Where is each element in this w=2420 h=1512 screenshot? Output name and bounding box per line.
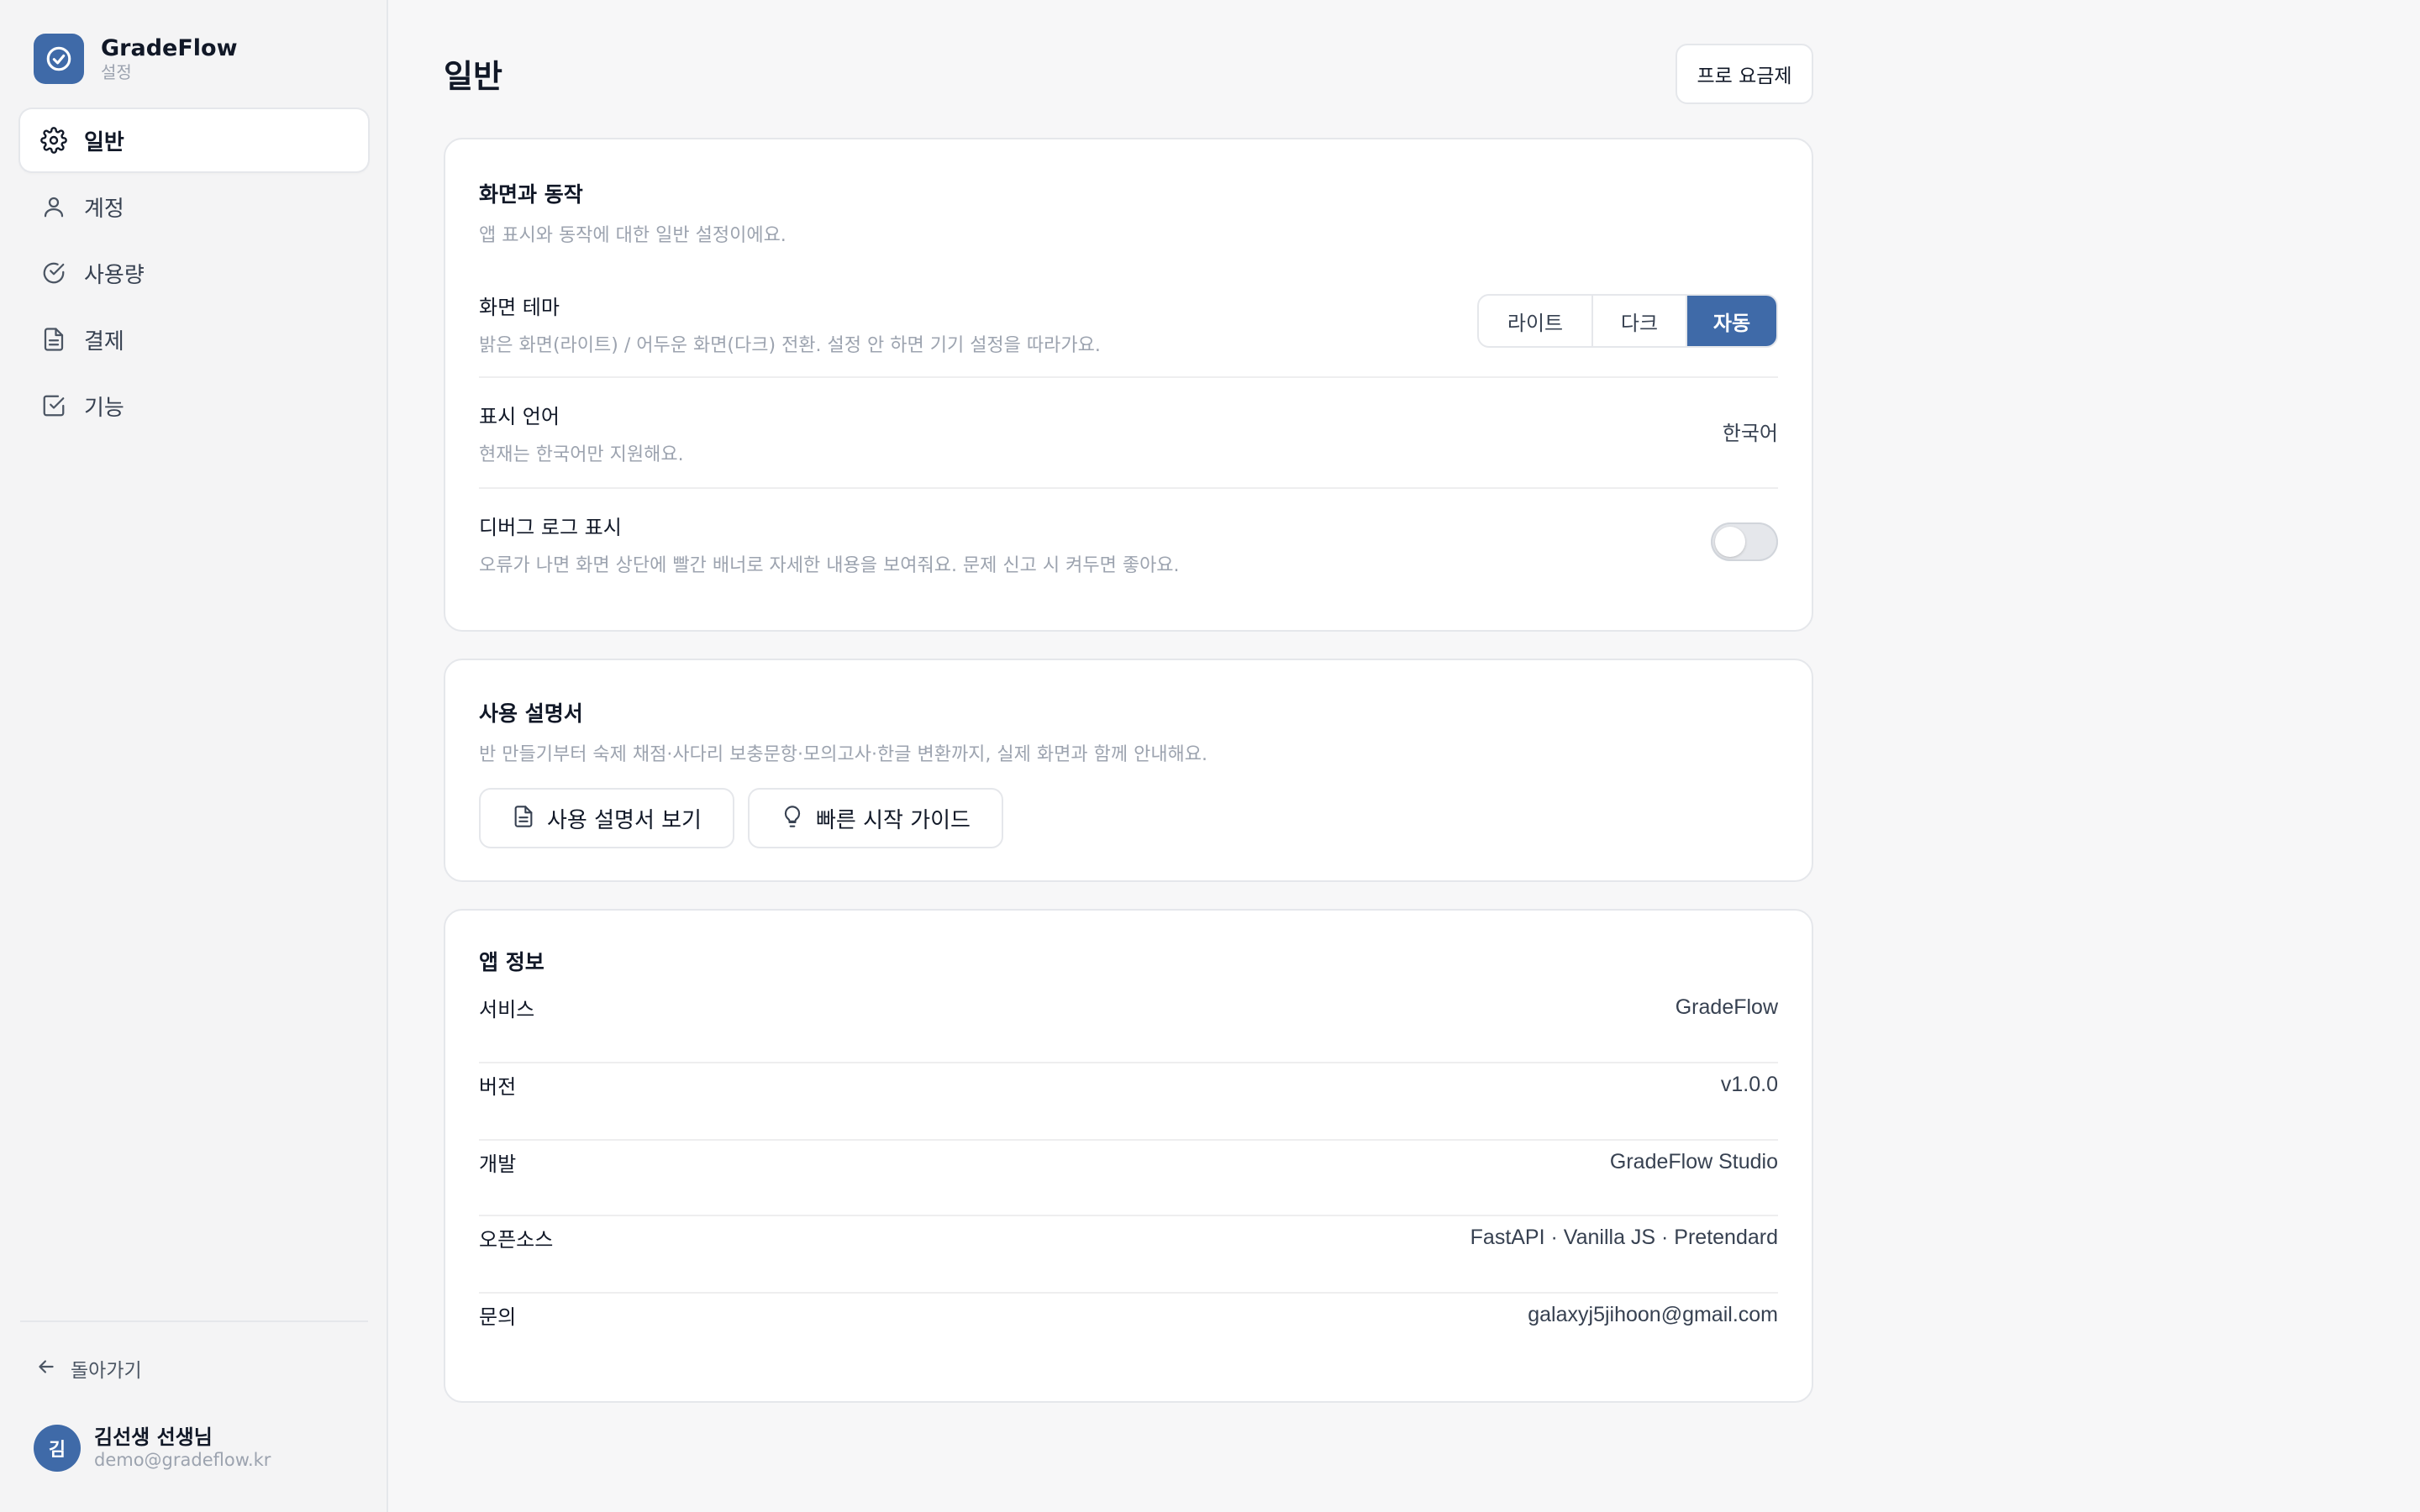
info-key: 개발 bbox=[479, 1152, 517, 1176]
brand-logo-icon bbox=[34, 34, 84, 84]
info-value: FastAPI · Vanilla JS · Pretendard bbox=[1470, 1226, 1778, 1249]
quickstart-guide-button[interactable]: 빠른 시작 가이드 bbox=[748, 788, 1003, 848]
display-settings-card: 화면과 동작 앱 표시와 동작에 대한 일반 설정이에요. 화면 테마 밝은 화… bbox=[444, 138, 1813, 632]
user-name: 김선생 선생님 bbox=[94, 1425, 213, 1449]
info-key: 버전 bbox=[479, 1075, 517, 1099]
user-profile[interactable]: 김 김선생 선생님 demo@gradeflow.kr bbox=[34, 1425, 271, 1472]
card-description: 반 만들기부터 숙제 채점·사다리 보충문항·모의고사·한글 변환까지, 실제 … bbox=[479, 744, 1208, 765]
document-icon bbox=[39, 324, 69, 354]
row-divider bbox=[479, 487, 1778, 489]
info-row-opensource: 오픈소스 FastAPI · Vanilla JS · Pretendard bbox=[479, 1200, 1778, 1276]
pro-plan-button[interactable]: 프로 요금제 bbox=[1676, 44, 1813, 104]
main-content: 일반 프로 요금제 화면과 동작 앱 표시와 동작에 대한 일반 설정이에요. … bbox=[388, 0, 2420, 1512]
language-description: 현재는 한국어만 지원해요. bbox=[479, 444, 684, 465]
sidebar-item-account[interactable]: 계정 bbox=[20, 176, 368, 238]
view-manual-button[interactable]: 사용 설명서 보기 bbox=[479, 788, 734, 848]
view-manual-label: 사용 설명서 보기 bbox=[547, 807, 702, 833]
sidebar-item-label: 일반 bbox=[84, 129, 124, 155]
contact-email[interactable]: galaxyj5jihoon@gmail.com bbox=[1528, 1303, 1778, 1327]
sidebar-nav: 일반 계정 사용량 결제 기능 bbox=[20, 109, 368, 441]
theme-option-light[interactable]: 라이트 bbox=[1479, 296, 1591, 346]
info-row-developer: 개발 GradeFlow Studio bbox=[479, 1124, 1778, 1200]
card-description: 앱 표시와 동작에 대한 일반 설정이에요. bbox=[479, 225, 786, 246]
theme-option-auto[interactable]: 자동 bbox=[1686, 296, 1776, 346]
quickstart-guide-label: 빠른 시작 가이드 bbox=[816, 807, 971, 833]
toggle-knob bbox=[1715, 527, 1745, 557]
app-info-card: 앱 정보 서비스 GradeFlow 버전 v1.0.0 개발 GradeFlo… bbox=[444, 909, 1813, 1403]
sidebar-item-label: 사용량 bbox=[84, 262, 145, 288]
check-circle-icon bbox=[39, 258, 69, 288]
card-title: 화면과 동작 bbox=[479, 182, 583, 207]
sidebar-item-label: 기능 bbox=[84, 395, 124, 421]
document-icon bbox=[512, 805, 535, 832]
debug-description: 오류가 나면 화면 상단에 빨간 배너로 자세한 내용을 보여줘요. 문제 신고… bbox=[479, 555, 1180, 576]
language-label: 표시 언어 bbox=[479, 405, 560, 428]
language-value: 한국어 bbox=[1722, 422, 1778, 445]
sidebar-item-billing[interactable]: 결제 bbox=[20, 308, 368, 370]
brand-name: GradeFlow bbox=[101, 34, 238, 61]
info-value: v1.0.0 bbox=[1720, 1073, 1778, 1096]
sidebar-item-features[interactable]: 기능 bbox=[20, 375, 368, 437]
theme-option-dark[interactable]: 다크 bbox=[1591, 296, 1686, 346]
user-icon bbox=[39, 192, 69, 222]
language-setting: 표시 언어 현재는 한국어만 지원해요. bbox=[479, 400, 1778, 466]
sidebar-item-general[interactable]: 일반 bbox=[20, 109, 368, 171]
theme-segmented-control: 라이트 다크 자동 bbox=[1477, 294, 1778, 348]
info-key: 서비스 bbox=[479, 998, 535, 1021]
check-square-icon bbox=[39, 391, 69, 421]
card-title: 사용 설명서 bbox=[479, 701, 583, 726]
sidebar: GradeFlow 설정 일반 계정 사용량 결제 기능 돌아가기 김 김선생 … bbox=[0, 0, 388, 1512]
back-label: 돌아가기 bbox=[71, 1360, 142, 1382]
info-value: GradeFlow bbox=[1675, 995, 1778, 1019]
user-email: demo@gradeflow.kr bbox=[94, 1449, 271, 1470]
brand: GradeFlow 설정 bbox=[34, 34, 238, 84]
debug-setting: 디버그 로그 표시 오류가 나면 화면 상단에 빨간 배너로 자세한 내용을 보… bbox=[479, 511, 1778, 577]
brand-subtitle: 설정 bbox=[101, 62, 132, 83]
info-key: 오픈소스 bbox=[479, 1228, 554, 1252]
sidebar-item-label: 계정 bbox=[84, 196, 124, 222]
debug-label: 디버그 로그 표시 bbox=[479, 516, 622, 539]
info-value: GradeFlow Studio bbox=[1609, 1150, 1778, 1173]
info-row-version: 버전 v1.0.0 bbox=[479, 1047, 1778, 1123]
lightbulb-icon bbox=[781, 805, 804, 832]
avatar: 김 bbox=[34, 1425, 81, 1472]
debug-toggle[interactable] bbox=[1711, 522, 1778, 561]
back-link[interactable]: 돌아가기 bbox=[35, 1354, 142, 1383]
arrow-left-icon bbox=[35, 1356, 57, 1381]
app: GradeFlow 설정 일반 계정 사용량 결제 기능 돌아가기 김 김선생 … bbox=[0, 0, 2420, 1512]
sidebar-item-usage[interactable]: 사용량 bbox=[20, 242, 368, 304]
info-row-contact: 문의 galaxyj5jihoon@gmail.com bbox=[479, 1277, 1778, 1353]
row-divider bbox=[479, 376, 1778, 378]
gear-icon bbox=[39, 125, 69, 155]
sidebar-item-label: 결제 bbox=[84, 328, 124, 354]
manual-card: 사용 설명서 반 만들기부터 숙제 채점·사다리 보충문항·모의고사·한글 변환… bbox=[444, 659, 1813, 882]
info-row-service: 서비스 GradeFlow bbox=[479, 969, 1778, 1046]
info-key: 문의 bbox=[479, 1305, 517, 1329]
sidebar-divider bbox=[20, 1320, 368, 1322]
page-title: 일반 bbox=[444, 58, 502, 95]
